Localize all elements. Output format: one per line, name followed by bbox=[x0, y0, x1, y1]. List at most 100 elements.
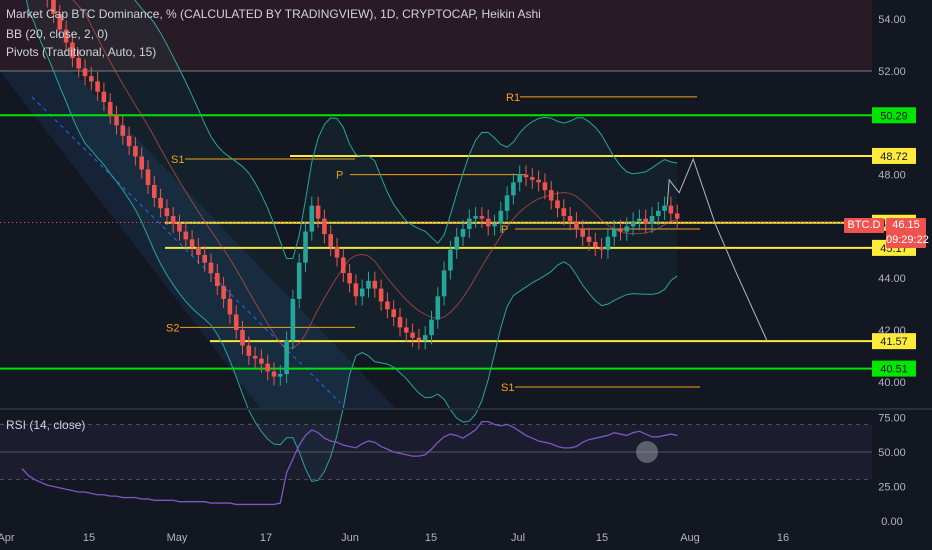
x-tick-2: May bbox=[167, 532, 188, 544]
price-tick-1: 52.00 bbox=[878, 66, 906, 78]
candle-body-50 bbox=[334, 247, 340, 258]
candle-body-46 bbox=[309, 205, 315, 232]
chart-stage[interactable]: 50.2948.7246.1445.1741.5740.51R1S1PPS2S1… bbox=[0, 0, 932, 550]
x-tick-6: Jul bbox=[511, 532, 525, 544]
candle-body-76 bbox=[498, 210, 504, 224]
projection-path bbox=[666, 157, 768, 342]
candle-body-72 bbox=[473, 216, 478, 219]
candle-body-14 bbox=[107, 102, 113, 116]
candle-body-34 bbox=[233, 314, 239, 330]
candle-body-24 bbox=[170, 216, 176, 224]
rsi-marker bbox=[636, 441, 658, 463]
candle-body-44 bbox=[296, 262, 302, 299]
candle-body-64 bbox=[422, 335, 428, 341]
candle-body-102 bbox=[662, 205, 667, 211]
bb-legend: BB (20, close, 2, 0) bbox=[6, 27, 109, 41]
candle-body-85 bbox=[555, 200, 560, 209]
candle-body-104 bbox=[674, 213, 680, 219]
candle-body-18 bbox=[133, 146, 138, 157]
candle-body-92 bbox=[599, 247, 604, 250]
x-tick-7: 15 bbox=[596, 532, 608, 544]
x-tick-8: Aug bbox=[680, 532, 700, 544]
candle-body-97 bbox=[630, 221, 636, 227]
candle-body-23 bbox=[164, 208, 170, 217]
candle-body-94 bbox=[611, 228, 617, 237]
candle-body-31 bbox=[215, 273, 220, 286]
candle-body-15 bbox=[114, 115, 119, 126]
candle-body-28 bbox=[196, 247, 201, 255]
pivot-label-5: S1 bbox=[501, 382, 514, 394]
candle-body-55 bbox=[366, 280, 371, 289]
candle-body-16 bbox=[120, 125, 126, 136]
x-tick-3: 17 bbox=[260, 532, 272, 544]
pivots-legend: Pivots (Traditional, Auto, 15) bbox=[6, 45, 157, 59]
rsi-tick-0: 75.00 bbox=[878, 413, 906, 425]
candle-body-52 bbox=[347, 273, 352, 284]
candle-body-38 bbox=[259, 358, 264, 364]
candle-body-40 bbox=[271, 371, 277, 377]
pivot-label-4: S2 bbox=[166, 322, 179, 334]
candle-body-103 bbox=[668, 205, 674, 214]
last-price-tag: 46.15 bbox=[886, 218, 926, 233]
candle-body-36 bbox=[246, 345, 252, 356]
level-tag-4: 41.57 bbox=[880, 336, 908, 348]
candle-body-98 bbox=[637, 218, 642, 222]
candle-body-62 bbox=[410, 332, 415, 338]
x-tick-1: 15 bbox=[83, 532, 95, 544]
candle-body-20 bbox=[145, 169, 151, 185]
candle-body-59 bbox=[391, 309, 396, 318]
candle-body-33 bbox=[227, 298, 233, 315]
candle-body-42 bbox=[284, 340, 289, 375]
candle-body-56 bbox=[372, 280, 378, 289]
candle-body-39 bbox=[265, 363, 270, 372]
candle-body-86 bbox=[561, 208, 567, 217]
candle-body-81 bbox=[530, 177, 535, 180]
candle-body-25 bbox=[177, 223, 182, 232]
symbol-tag: BTC.D bbox=[844, 218, 884, 233]
candle-body-73 bbox=[479, 216, 485, 219]
level-tag-1: 48.72 bbox=[880, 151, 908, 163]
candle-body-95 bbox=[618, 228, 623, 232]
level-tag-0: 50.29 bbox=[880, 110, 908, 122]
level-tag-5: 40.51 bbox=[880, 364, 908, 376]
candle-body-89 bbox=[580, 228, 585, 237]
candle-body-87 bbox=[567, 216, 573, 222]
candle-body-68 bbox=[448, 249, 453, 271]
candle-body-71 bbox=[467, 218, 472, 229]
candle-body-69 bbox=[454, 236, 459, 250]
x-tick-0: Apr bbox=[0, 532, 15, 544]
rsi-tick-3: 0.00 bbox=[881, 516, 902, 528]
chart-title: Market Cap BTC Dominance, % (CALCULATED … bbox=[6, 7, 541, 21]
candle-body-96 bbox=[624, 226, 630, 232]
candle-body-84 bbox=[548, 190, 554, 201]
candle-body-90 bbox=[586, 236, 592, 242]
candle-body-13 bbox=[101, 91, 107, 103]
candle-body-54 bbox=[359, 288, 365, 297]
candle-body-57 bbox=[378, 288, 384, 302]
candle-body-41 bbox=[278, 374, 283, 377]
x-tick-4: Jun bbox=[341, 532, 359, 544]
price-tick-5: 42.00 bbox=[878, 325, 906, 337]
countdown-tag: 09:29:22 bbox=[886, 233, 929, 248]
candle-body-37 bbox=[252, 355, 258, 359]
candle-body-12 bbox=[95, 81, 100, 92]
candle-body-53 bbox=[353, 283, 359, 297]
candle-body-11 bbox=[89, 76, 94, 82]
candle-body-67 bbox=[441, 270, 447, 297]
rsi-tick-2: 25.00 bbox=[878, 482, 906, 494]
candle-body-65 bbox=[429, 319, 434, 336]
price-tick-4: 44.00 bbox=[878, 273, 906, 285]
candle-body-26 bbox=[183, 231, 189, 240]
rsi-legend: RSI (14, close) bbox=[6, 418, 86, 432]
candle-body-21 bbox=[152, 184, 157, 198]
candle-body-93 bbox=[605, 236, 611, 250]
candle-body-30 bbox=[208, 262, 214, 274]
price-chart[interactable]: 50.2948.7246.1445.1741.5740.51R1S1PPS2S1… bbox=[0, 0, 932, 550]
candle-body-27 bbox=[189, 239, 195, 248]
candle-body-19 bbox=[139, 156, 144, 170]
candle-body-17 bbox=[126, 135, 132, 147]
candle-body-70 bbox=[460, 228, 466, 237]
candle-body-49 bbox=[328, 234, 333, 248]
candle-body-51 bbox=[341, 257, 346, 274]
candle-body-91 bbox=[593, 241, 598, 248]
